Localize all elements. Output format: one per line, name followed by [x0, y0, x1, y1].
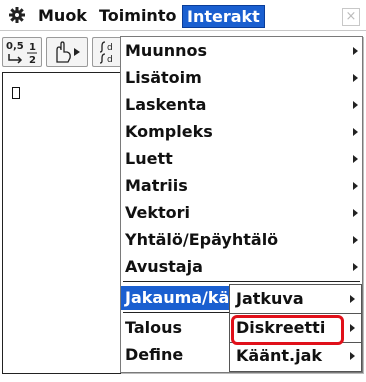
chevron-right-icon — [350, 295, 355, 303]
svg-text:d: d — [107, 55, 113, 65]
pointer-tool-button[interactable] — [46, 37, 88, 67]
hand-pointer-icon — [56, 41, 80, 63]
fraction-decimal: 0,5 — [6, 41, 24, 52]
menu-action[interactable]: Toiminto — [99, 5, 176, 26]
chevron-right-icon — [353, 236, 358, 244]
menu-item-muunnos[interactable]: Muunnos — [121, 39, 362, 63]
chevron-right-icon — [353, 101, 358, 109]
menu-item-label: Luett — [125, 149, 173, 168]
menu-bar: Muok Toiminto Interakt × — [0, 0, 366, 31]
input-cursor-box[interactable] — [12, 87, 20, 99]
svg-text:d: d — [107, 43, 113, 53]
gear-icon[interactable] — [7, 5, 27, 25]
menu-item-label: Yhtälö/Epäyhtälö — [125, 230, 279, 249]
menu-item-label: Matriis — [125, 176, 188, 195]
fraction-toggle-icon: 0,5 1 2 — [6, 41, 37, 66]
submenu-divider — [230, 313, 361, 314]
submenu-item-jatkuva[interactable]: Jatkuva — [230, 286, 361, 313]
integral-tool-button[interactable]: d d — [92, 37, 123, 67]
menu-item-label: Kompleks — [125, 122, 213, 141]
submenu-item-label: Käänt.jak — [236, 346, 323, 365]
chevron-right-icon — [353, 263, 358, 271]
fraction-numerator: 1 — [29, 42, 36, 53]
chevron-right-icon — [353, 182, 358, 190]
menu-item-yhtalo[interactable]: Yhtälö/Epäyhtälö — [121, 228, 362, 252]
menu-item-label: Talous — [125, 318, 183, 337]
menu-item-label: Lisätoim — [125, 68, 202, 87]
submenu-item-kaant-jak[interactable]: Käänt.jak — [230, 343, 361, 370]
menu-item-avustaja[interactable]: Avustaja — [121, 255, 362, 279]
menu-item-label: Define — [125, 345, 184, 364]
menu-item-luett[interactable]: Luett — [121, 147, 362, 171]
menu-item-label: Muunnos — [125, 41, 207, 60]
menu-item-matriis[interactable]: Matriis — [121, 174, 362, 198]
menu-item-label: Vektori — [125, 203, 191, 222]
menu-item-vektori[interactable]: Vektori — [121, 201, 362, 225]
chevron-right-icon — [350, 324, 355, 332]
menu-divider — [123, 281, 360, 282]
menu-item-kompleks[interactable]: Kompleks — [121, 120, 362, 144]
chevron-right-icon — [353, 128, 358, 136]
chevron-right-icon — [353, 47, 358, 55]
menu-interactive[interactable]: Interakt — [182, 5, 265, 28]
chevron-right-icon — [353, 74, 358, 82]
close-button[interactable]: × — [342, 8, 360, 26]
menu-edit[interactable]: Muok — [38, 5, 87, 26]
submenu-item-label: Jatkuva — [236, 289, 304, 308]
chevron-right-icon — [353, 155, 358, 163]
chevron-right-icon — [353, 209, 358, 217]
menu-item-lisatoim[interactable]: Lisätoim — [121, 66, 362, 90]
chevron-right-icon — [350, 352, 355, 360]
fraction-denominator: 2 — [29, 55, 36, 66]
menu-item-jakauma[interactable]: Jakauma/kään — [121, 286, 252, 310]
menu-item-label: Avustaja — [125, 257, 203, 276]
menu-item-laskenta[interactable]: Laskenta — [121, 93, 362, 117]
red-highlight-annotation — [231, 315, 344, 345]
integral-icon: d d — [99, 41, 113, 65]
fraction-toggle-button[interactable]: 0,5 1 2 — [2, 37, 42, 67]
menu-item-label: Laskenta — [125, 95, 207, 114]
